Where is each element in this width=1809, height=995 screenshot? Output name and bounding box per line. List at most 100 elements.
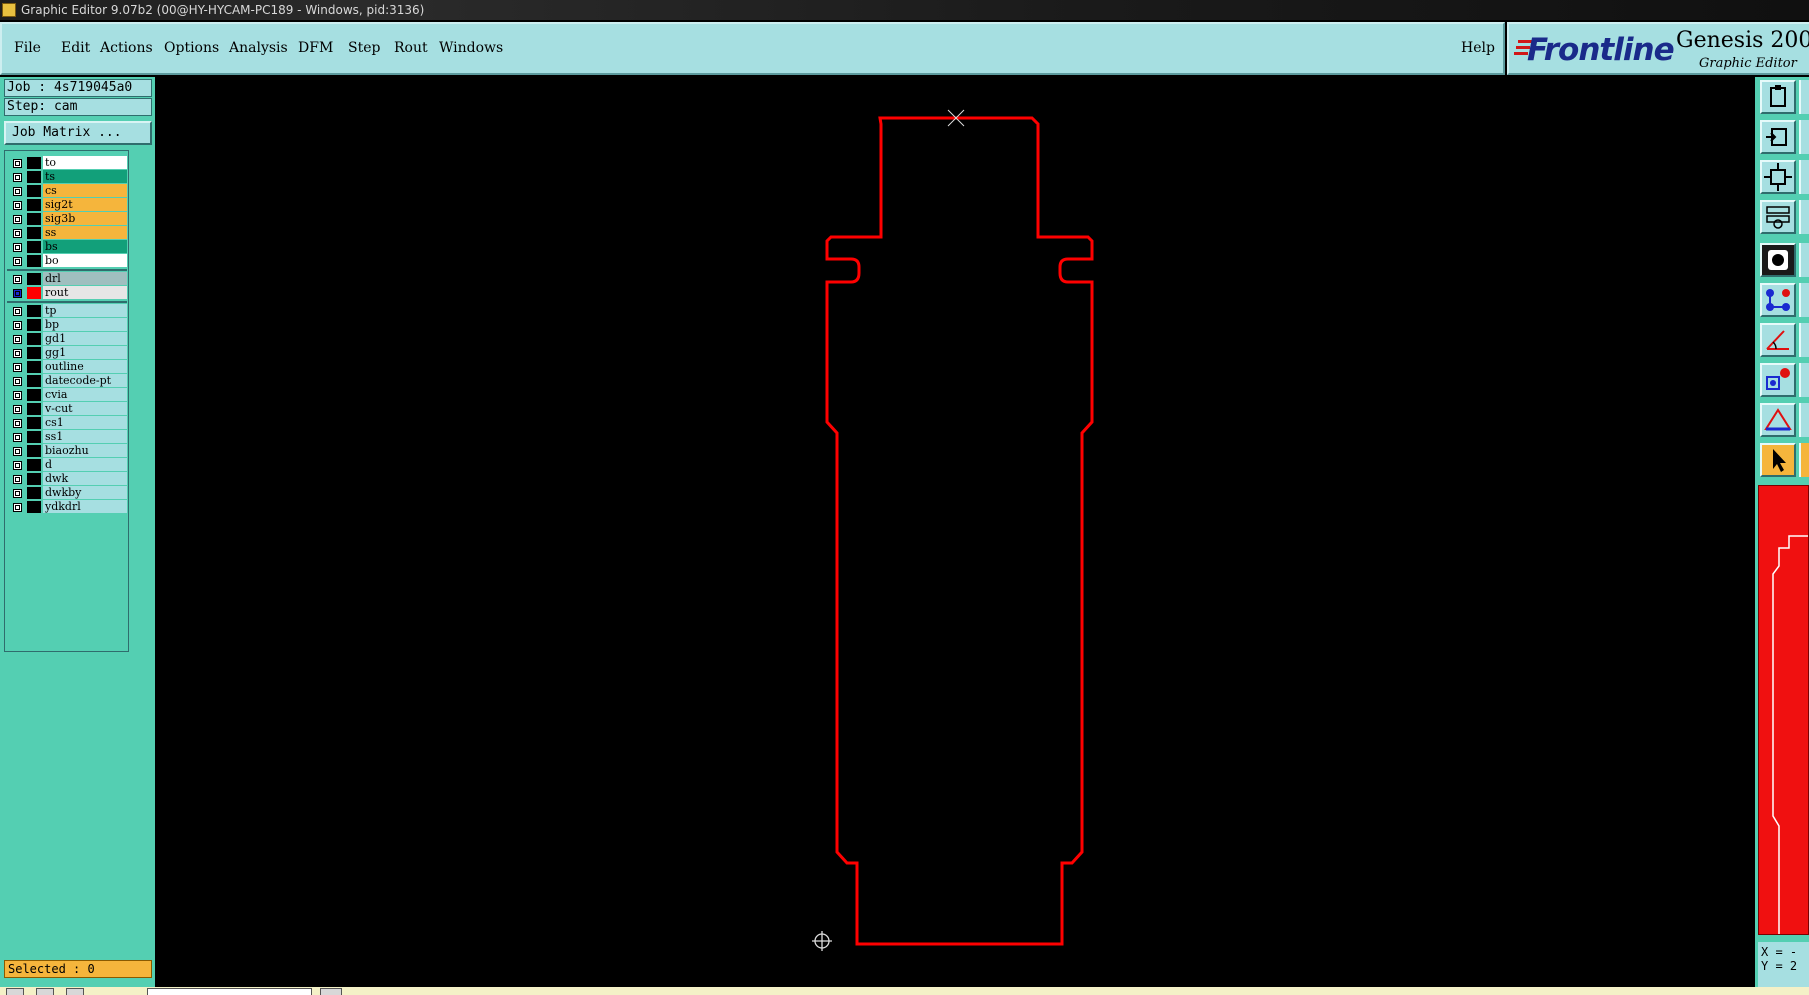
job-matrix-button[interactable]: Job Matrix ...	[4, 121, 152, 145]
layer-checkbox[interactable]	[13, 461, 22, 470]
layer-checkbox[interactable]	[13, 201, 22, 210]
layer-name[interactable]: d	[43, 458, 127, 471]
layer-name[interactable]: ss	[43, 226, 127, 239]
layer-row-ydkdrl[interactable]: ydkdrl	[7, 500, 127, 514]
layer-checkbox[interactable]	[13, 187, 22, 196]
layer-checkbox[interactable]	[13, 489, 22, 498]
toolbar-stub[interactable]	[1799, 443, 1809, 477]
layer-name[interactable]: cvia	[43, 388, 127, 401]
fit-icon[interactable]	[1760, 160, 1796, 194]
layer-checkbox[interactable]	[13, 335, 22, 344]
layer-row-dwk[interactable]: dwk	[7, 472, 127, 486]
layer-row-v-cut[interactable]: v-cut	[7, 402, 127, 416]
layer-checkbox[interactable]	[13, 257, 22, 266]
layer-checkbox[interactable]	[13, 243, 22, 252]
layer-row-biaozhu[interactable]: biaozhu	[7, 444, 127, 458]
layer-checkbox[interactable]	[13, 475, 22, 484]
layer-row-bs[interactable]: bs	[7, 240, 127, 254]
select-color-icon[interactable]	[1760, 363, 1796, 397]
graphic-canvas[interactable]	[156, 77, 1754, 987]
toolbar-stub[interactable]	[1799, 200, 1809, 234]
layer-row-sig2t[interactable]: sig2t	[7, 198, 127, 212]
layer-row-cs[interactable]: cs	[7, 184, 127, 198]
layer-row-sig3b[interactable]: sig3b	[7, 212, 127, 226]
layer-name[interactable]: dwk	[43, 472, 127, 485]
layer-name[interactable]: v-cut	[43, 402, 127, 415]
toolbar-stub[interactable]	[1799, 243, 1809, 277]
copy-icon[interactable]	[1760, 80, 1796, 114]
command-input[interactable]	[147, 988, 312, 995]
layer-row-rout[interactable]: rout	[7, 286, 127, 300]
layer-name[interactable]: biaozhu	[43, 444, 127, 457]
layer-checkbox[interactable]	[13, 419, 22, 428]
layer-checkbox[interactable]	[13, 159, 22, 168]
layer-name[interactable]: bo	[43, 254, 127, 267]
toolbar-stub[interactable]	[1799, 403, 1809, 437]
layer-row-gg1[interactable]: gg1	[7, 346, 127, 360]
menu-help[interactable]: Help	[1461, 40, 1495, 56]
feature-icon[interactable]	[1760, 200, 1796, 234]
menu-step[interactable]: Step	[348, 40, 380, 56]
move-icon[interactable]	[1760, 120, 1796, 154]
layer-row-ss1[interactable]: ss1	[7, 430, 127, 444]
bottom-button[interactable]	[36, 988, 54, 995]
menu-windows[interactable]: Windows	[439, 40, 503, 56]
toolbar-stub[interactable]	[1799, 283, 1809, 317]
layer-checkbox[interactable]	[13, 405, 22, 414]
layer-row-gd1[interactable]: gd1	[7, 332, 127, 346]
layer-checkbox[interactable]	[13, 447, 22, 456]
layer-name[interactable]: cs1	[43, 416, 127, 429]
layer-checkbox[interactable]	[13, 391, 22, 400]
layer-row-bp[interactable]: bp	[7, 318, 127, 332]
toolbar-stub[interactable]	[1799, 323, 1809, 357]
layer-name[interactable]: gd1	[43, 332, 127, 345]
overview-map[interactable]	[1758, 485, 1809, 935]
layer-name[interactable]: cs	[43, 184, 127, 197]
layer-checkbox[interactable]	[13, 307, 22, 316]
layer-checkbox[interactable]	[13, 173, 22, 182]
layer-row-d[interactable]: d	[7, 458, 127, 472]
layer-row-cs1[interactable]: cs1	[7, 416, 127, 430]
layer-row-ts[interactable]: ts	[7, 170, 127, 184]
layer-checkbox[interactable]	[13, 215, 22, 224]
layer-name[interactable]: ydkdrl	[43, 500, 127, 513]
menu-rout[interactable]: Rout	[394, 40, 428, 56]
layer-row-outline[interactable]: outline	[7, 360, 127, 374]
layer-row-drl[interactable]: drl	[7, 272, 127, 286]
layer-checkbox[interactable]	[13, 377, 22, 386]
connect-icon[interactable]	[1760, 283, 1796, 317]
bottom-button[interactable]	[6, 988, 24, 995]
add-pad-icon[interactable]	[1760, 243, 1796, 277]
menu-actions[interactable]: Actions	[100, 40, 153, 56]
layer-row-datecode-pt[interactable]: datecode-pt	[7, 374, 127, 388]
toolbar-stub[interactable]	[1799, 80, 1809, 114]
bottom-button[interactable]	[320, 988, 342, 995]
angle-icon[interactable]	[1760, 323, 1796, 357]
layer-name[interactable]: datecode-pt	[43, 374, 127, 387]
layer-checkbox[interactable]	[13, 433, 22, 442]
toolbar-stub[interactable]	[1799, 363, 1809, 397]
layer-name[interactable]: rout	[43, 286, 127, 299]
layer-row-dwkby[interactable]: dwkby	[7, 486, 127, 500]
toolbar-stub[interactable]	[1799, 160, 1809, 194]
menu-analysis[interactable]: Analysis	[229, 40, 288, 56]
menu-file[interactable]: File	[14, 40, 41, 56]
pointer-icon[interactable]	[1760, 443, 1796, 477]
layer-checkbox[interactable]	[13, 503, 22, 512]
measure-icon[interactable]	[1760, 403, 1796, 437]
layer-name[interactable]: sig2t	[43, 198, 127, 211]
toolbar-stub[interactable]	[1799, 120, 1809, 154]
menu-edit[interactable]: Edit	[61, 40, 90, 56]
layer-checkbox[interactable]	[13, 321, 22, 330]
layer-name[interactable]: ts	[43, 170, 127, 183]
layer-checkbox[interactable]	[13, 229, 22, 238]
layer-checkbox[interactable]	[13, 289, 22, 298]
layer-row-tp[interactable]: tp	[7, 304, 127, 318]
layer-name[interactable]: sig3b	[43, 212, 127, 225]
layer-name[interactable]: bs	[43, 240, 127, 253]
layer-row-ss[interactable]: ss	[7, 226, 127, 240]
layer-row-cvia[interactable]: cvia	[7, 388, 127, 402]
layer-name[interactable]: outline	[43, 360, 127, 373]
layer-checkbox[interactable]	[13, 363, 22, 372]
layer-checkbox[interactable]	[13, 275, 22, 284]
